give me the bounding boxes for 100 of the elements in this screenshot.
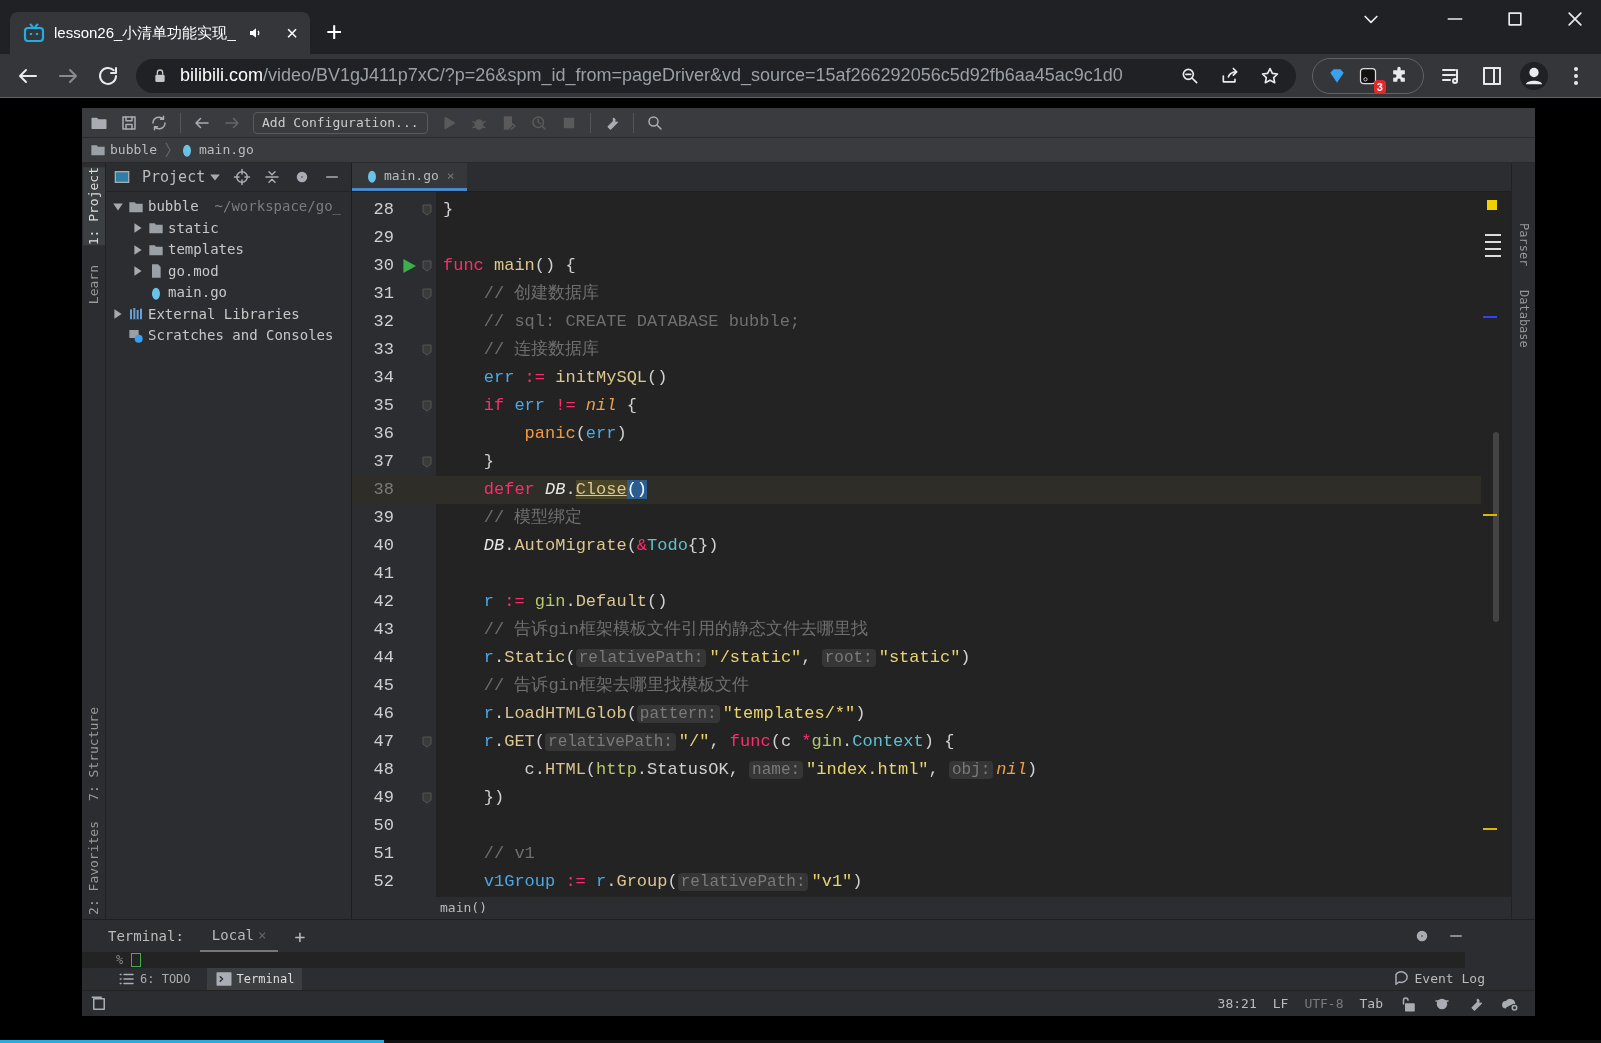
tool-window-tab[interactable]: 7: Structure: [82, 707, 105, 802]
target-icon[interactable]: [233, 168, 252, 186]
new-tab-button[interactable]: +: [326, 18, 343, 46]
tree-item[interactable]: bubble ~/workspace/go_: [106, 196, 351, 218]
tool-window-tab[interactable]: 2: Favorites: [82, 821, 105, 915]
code-line: v1Group := r.Group( relativePath: "v1"): [482, 871, 863, 894]
tree-label: static: [168, 218, 219, 238]
editor-tab[interactable]: main.go ×: [352, 163, 467, 191]
tool-window-tab[interactable]: 1: Project: [82, 167, 105, 246]
project-view-dropdown[interactable]: Project: [142, 165, 222, 189]
status-item[interactable]: Tab: [1359, 993, 1383, 1014]
code-breadcrumb[interactable]: main(): [440, 898, 487, 918]
terminal-icon[interactable]: [214, 970, 233, 988]
lock-icon: [152, 67, 168, 84]
address-bar[interactable]: bilibili.com/video/BV1gJ411p7xC/?p=26&spm_id_from=pageDriver&vd_source=15af266292056c5d92fb6aa45ac9c1d0: [136, 58, 1296, 93]
tree-item[interactable]: Scratches and Consoles: [106, 325, 351, 347]
status-item[interactable]: LF: [1272, 993, 1289, 1014]
scrollbar[interactable]: [1493, 432, 1499, 622]
collapse-icon[interactable]: [263, 168, 282, 186]
line-number: 37: [372, 451, 395, 474]
maximize-icon[interactable]: [1505, 9, 1525, 29]
line-number: 52: [372, 871, 395, 894]
tree-item[interactable]: static: [106, 217, 351, 239]
code-line: }: [443, 199, 454, 222]
tool-window-tab[interactable]: Database: [1514, 290, 1533, 349]
panel-icon: [114, 169, 130, 185]
menu-icon[interactable]: [1485, 232, 1501, 258]
line-number: 51: [372, 843, 395, 866]
tree-item[interactable]: main.go: [106, 282, 351, 304]
star-icon[interactable]: [1260, 65, 1280, 86]
event-log-button[interactable]: Event Log: [1392, 969, 1485, 989]
chevron-right-icon: [164, 142, 171, 158]
terminal-prompt: %: [116, 952, 124, 968]
tree-item[interactable]: templates: [106, 239, 351, 261]
add-button[interactable]: +: [294, 922, 306, 950]
terminal-title: Terminal:: [108, 926, 184, 946]
code-line: r.Static( relativePath: "/static", root: "static"): [482, 647, 971, 670]
save-icon[interactable]: [120, 113, 138, 132]
window-icon[interactable]: [90, 994, 108, 1013]
breadcrumb-item[interactable]: bubble: [110, 140, 157, 160]
run-configuration-button[interactable]: Add Configuration...: [253, 111, 428, 134]
close-button[interactable]: ×: [286, 23, 298, 43]
line-number: 49: [372, 787, 395, 810]
code-line: // sql: CREATE DATABASE bubble;: [482, 311, 801, 334]
line-number: 31: [372, 283, 395, 306]
line-number: 33: [372, 339, 395, 362]
scroll-marker: [1483, 514, 1497, 516]
profile-icon[interactable]: [1520, 61, 1548, 90]
scroll-marker: [1483, 828, 1497, 830]
tree-label: External Libraries: [148, 304, 300, 324]
tool-window-tab[interactable]: Parser: [1514, 223, 1533, 267]
line-number: 48: [372, 759, 395, 782]
line-number: 41: [372, 563, 395, 586]
code-line: panic(err): [523, 423, 627, 446]
expanded-arrow-icon[interactable]: [112, 200, 124, 213]
tv-icon: [22, 21, 46, 45]
scratch-icon: [128, 327, 144, 344]
sync-icon[interactable]: [150, 113, 168, 132]
tab-title: lesson26_小清单功能实现_: [54, 22, 236, 43]
collapsed-arrow-icon[interactable]: [132, 243, 144, 256]
close-icon[interactable]: [1565, 9, 1585, 29]
tree-label: templates: [168, 240, 244, 260]
line-number: 35: [372, 395, 395, 418]
code-line: func main() {: [443, 255, 576, 278]
extension-icon[interactable]: [1358, 65, 1378, 86]
url-text: bilibili.com/video/BV1gJ411p7xC/?p=26&spm_id_from=pageDriver&vd_source=15af266292056c5d92fb6aa45ac9c1d0: [180, 64, 1123, 88]
tree-label: bubble: [148, 197, 199, 217]
code-line: // 创建数据库: [482, 282, 600, 306]
code-line: }): [482, 787, 505, 810]
line-number: 45: [372, 675, 395, 698]
collapsed-arrow-icon[interactable]: [132, 265, 144, 278]
run-icon[interactable]: [402, 259, 416, 273]
tree-item[interactable]: External Libraries: [106, 303, 351, 325]
browser-tab[interactable]: lesson26_小清单功能实现_ ×: [10, 12, 310, 54]
tool-tab[interactable]: 6: TODO: [110, 968, 199, 990]
collapsed-arrow-icon[interactable]: [132, 222, 144, 235]
line-number: 40: [372, 535, 395, 558]
code-line: // v1: [482, 843, 535, 866]
line-number: 42: [372, 591, 395, 614]
tool-tab[interactable]: Terminal: [206, 968, 303, 990]
code-line: defer DB.Close(): [482, 479, 648, 502]
line-number: 30: [372, 255, 395, 278]
line-number: 34: [372, 367, 395, 390]
code-line: err := initMySQL(): [482, 367, 668, 390]
status-item[interactable]: 38:21: [1217, 993, 1257, 1014]
notification-badge: 3: [1373, 79, 1386, 94]
collapsed-arrow-icon[interactable]: [112, 308, 124, 321]
line-number: 32: [372, 311, 395, 334]
line-number: 29: [372, 227, 395, 250]
tree-label: Scratches and Consoles: [148, 326, 334, 346]
tree-item[interactable]: go.mod: [106, 260, 351, 282]
share-icon[interactable]: [1220, 65, 1240, 86]
code-line: r.GET( relativePath: "/", func(c *gin.Context) {: [482, 731, 955, 754]
search-icon[interactable]: [645, 113, 664, 132]
speech-bubble-icon[interactable]: [1392, 970, 1411, 988]
tool-window-tab[interactable]: Learn: [82, 265, 105, 305]
code-line: // 连接数据库: [482, 338, 600, 362]
breadcrumb-item[interactable]: main.go: [198, 140, 254, 160]
code-line: // 模型绑定: [482, 506, 583, 530]
path-hint: ~/workspace/go_: [214, 197, 341, 217]
